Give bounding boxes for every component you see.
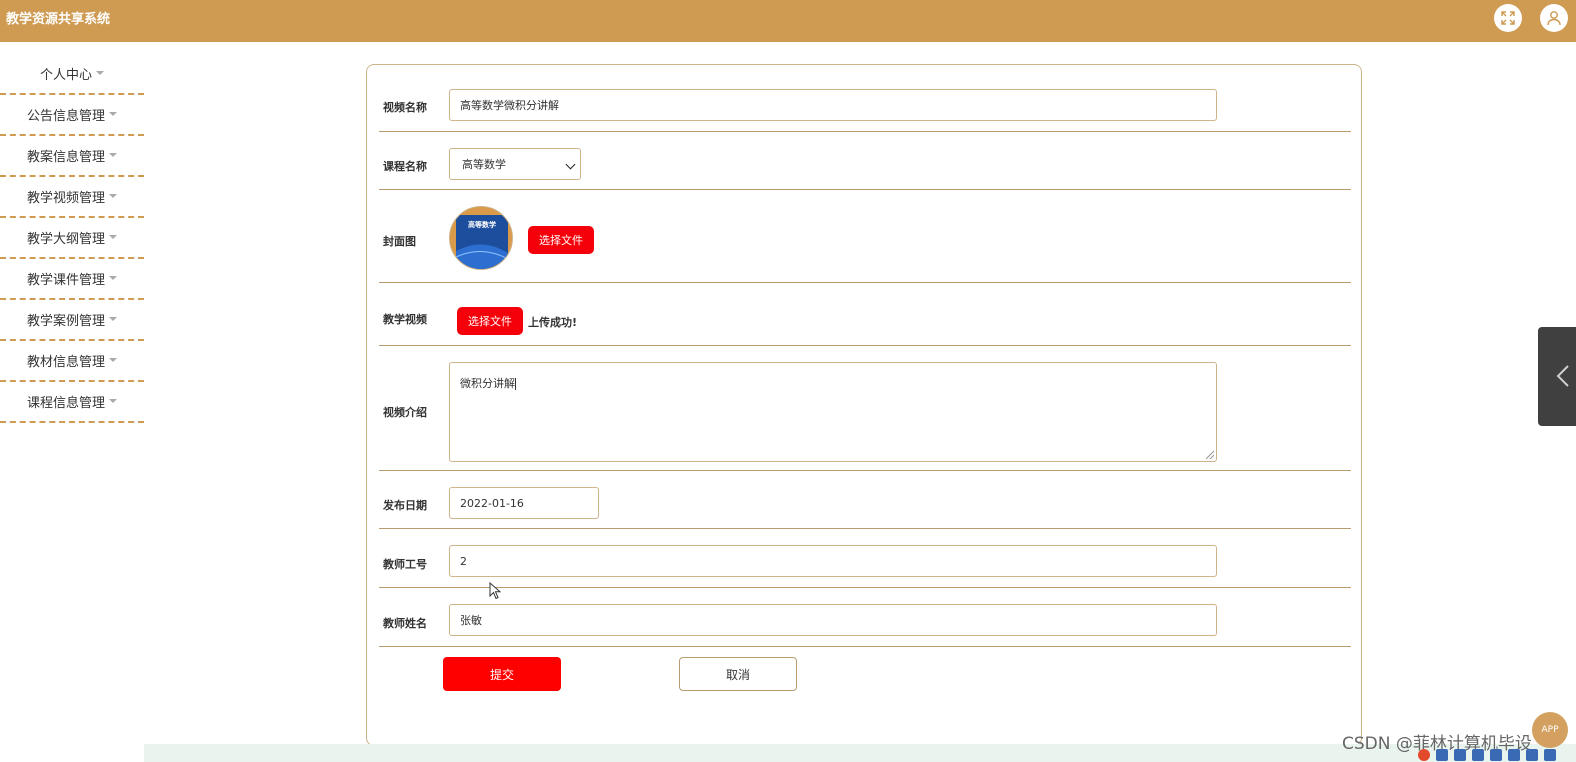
form-row-teacher-id: 教师工号 2 bbox=[379, 529, 1351, 588]
teacher-name-value: 张敏 bbox=[460, 614, 482, 627]
submit-button[interactable]: 提交 bbox=[443, 657, 561, 691]
chevron-down-icon bbox=[565, 159, 576, 170]
sidebar-nav: 个人中心 公告信息管理 教案信息管理 教学视频管理 教学大纲管理 教学课件管理 … bbox=[0, 54, 144, 423]
video-file-label: 教学视频 bbox=[383, 313, 427, 326]
sidebar-item-label: 教学课件管理 bbox=[26, 273, 105, 288]
user-icon bbox=[1547, 11, 1561, 26]
intro-value: 微积分讲解 bbox=[460, 377, 515, 390]
emoji-icon[interactable] bbox=[1472, 749, 1484, 761]
sidebar-item-case[interactable]: 教学案例管理 bbox=[0, 300, 144, 341]
side-panel-toggle[interactable] bbox=[1538, 327, 1576, 426]
system-tray bbox=[1418, 748, 1576, 762]
video-name-input[interactable]: 高等数学微积分讲解 bbox=[449, 89, 1217, 121]
sidebar-item-label: 公告信息管理 bbox=[26, 109, 105, 124]
app-badge-button[interactable]: APP bbox=[1532, 712, 1568, 748]
sidebar-item-label: 教学案例管理 bbox=[26, 314, 105, 329]
sidebar-item-label: 个人中心 bbox=[39, 68, 92, 83]
cover-label: 封面图 bbox=[383, 235, 416, 248]
sidebar-item-video[interactable]: 教学视频管理 bbox=[0, 177, 144, 218]
resize-grip-icon[interactable] bbox=[1206, 451, 1214, 459]
intro-label: 视频介绍 bbox=[383, 406, 427, 419]
settings-tray-icon[interactable] bbox=[1544, 749, 1556, 761]
caret-down-icon bbox=[109, 152, 117, 157]
mic-icon[interactable] bbox=[1490, 749, 1502, 761]
course-select-value: 高等数学 bbox=[462, 158, 506, 171]
form-row-date: 发布日期 2022-01-16 bbox=[379, 471, 1351, 529]
language-icon[interactable] bbox=[1436, 749, 1448, 761]
caret-down-icon bbox=[109, 111, 117, 116]
caret-down-icon bbox=[109, 398, 117, 403]
sidebar-item-notice[interactable]: 公告信息管理 bbox=[0, 95, 144, 136]
sidebar-item-syllabus[interactable]: 教学大纲管理 bbox=[0, 218, 144, 259]
sidebar-item-lesson-plan[interactable]: 教案信息管理 bbox=[0, 136, 144, 177]
video-edit-form: 视频名称 高等数学微积分讲解 课程名称 高等数学 封面图 高等数学 选择文件 教… bbox=[366, 64, 1362, 746]
app-title: 教学资源共享系统 bbox=[6, 12, 111, 27]
caret-down-icon bbox=[96, 70, 104, 75]
fullscreen-icon bbox=[1501, 11, 1515, 25]
intro-textarea[interactable]: 微积分讲解 bbox=[449, 362, 1217, 462]
form-row-teacher-name: 教师姓名 张敏 bbox=[379, 588, 1351, 647]
text-cursor bbox=[515, 378, 516, 390]
caret-down-icon bbox=[109, 234, 117, 239]
sidebar-item-courseware[interactable]: 教学课件管理 bbox=[0, 259, 144, 300]
sidebar-item-label: 教学大纲管理 bbox=[26, 232, 105, 247]
mouse-pointer-icon bbox=[489, 582, 501, 600]
chevron-left-icon bbox=[1556, 365, 1569, 387]
caret-down-icon bbox=[109, 275, 117, 280]
keyboard-icon[interactable] bbox=[1508, 749, 1520, 761]
top-header: 教学资源共享系统 bbox=[0, 0, 1576, 42]
cover-image: 高等数学 bbox=[449, 206, 513, 270]
form-row-course: 课程名称 高等数学 bbox=[379, 132, 1351, 190]
teacher-name-label: 教师姓名 bbox=[383, 617, 427, 630]
form-row-video-file: 教学视频 选择文件 上传成功! bbox=[379, 283, 1351, 346]
form-row-video-name: 视频名称 高等数学微积分讲解 bbox=[379, 65, 1351, 132]
publish-date-value: 2022-01-16 bbox=[460, 496, 524, 510]
fullscreen-button[interactable] bbox=[1494, 4, 1522, 32]
course-select[interactable]: 高等数学 bbox=[449, 148, 581, 180]
caret-down-icon bbox=[109, 193, 117, 198]
sidebar-item-label: 课程信息管理 bbox=[26, 396, 105, 411]
sidebar-item-label: 教案信息管理 bbox=[26, 150, 105, 165]
teacher-id-value: 2 bbox=[460, 554, 467, 568]
form-row-intro: 视频介绍 微积分讲解 bbox=[379, 346, 1351, 471]
caret-down-icon bbox=[109, 357, 117, 362]
sidebar-item-textbook[interactable]: 教材信息管理 bbox=[0, 341, 144, 382]
caret-down-icon bbox=[109, 316, 117, 321]
user-menu-button[interactable] bbox=[1540, 4, 1568, 32]
video-choose-file-button[interactable]: 选择文件 bbox=[457, 307, 523, 335]
teacher-id-input[interactable]: 2 bbox=[449, 545, 1217, 577]
video-name-label: 视频名称 bbox=[383, 101, 427, 114]
ime-icon[interactable] bbox=[1418, 749, 1430, 761]
upload-status-text: 上传成功! bbox=[528, 316, 578, 329]
punctuation-icon[interactable] bbox=[1454, 749, 1466, 761]
teacher-id-label: 教师工号 bbox=[383, 558, 427, 571]
publish-date-input[interactable]: 2022-01-16 bbox=[449, 487, 599, 519]
publish-date-label: 发布日期 bbox=[383, 499, 427, 512]
video-name-value: 高等数学微积分讲解 bbox=[460, 99, 559, 112]
course-name-label: 课程名称 bbox=[383, 160, 427, 173]
cover-choose-file-button[interactable]: 选择文件 bbox=[528, 226, 594, 254]
form-row-cover: 封面图 高等数学 选择文件 bbox=[379, 190, 1351, 283]
sidebar-item-label: 教材信息管理 bbox=[26, 355, 105, 370]
sidebar-item-personal-center[interactable]: 个人中心 bbox=[0, 54, 144, 95]
sidebar-item-label: 教学视频管理 bbox=[26, 191, 105, 206]
cancel-button[interactable]: 取消 bbox=[679, 657, 797, 691]
sidebar-item-course[interactable]: 课程信息管理 bbox=[0, 382, 144, 423]
cover-book-title: 高等数学 bbox=[468, 220, 496, 229]
user-tray-icon[interactable] bbox=[1526, 749, 1538, 761]
teacher-name-input[interactable]: 张敏 bbox=[449, 604, 1217, 636]
